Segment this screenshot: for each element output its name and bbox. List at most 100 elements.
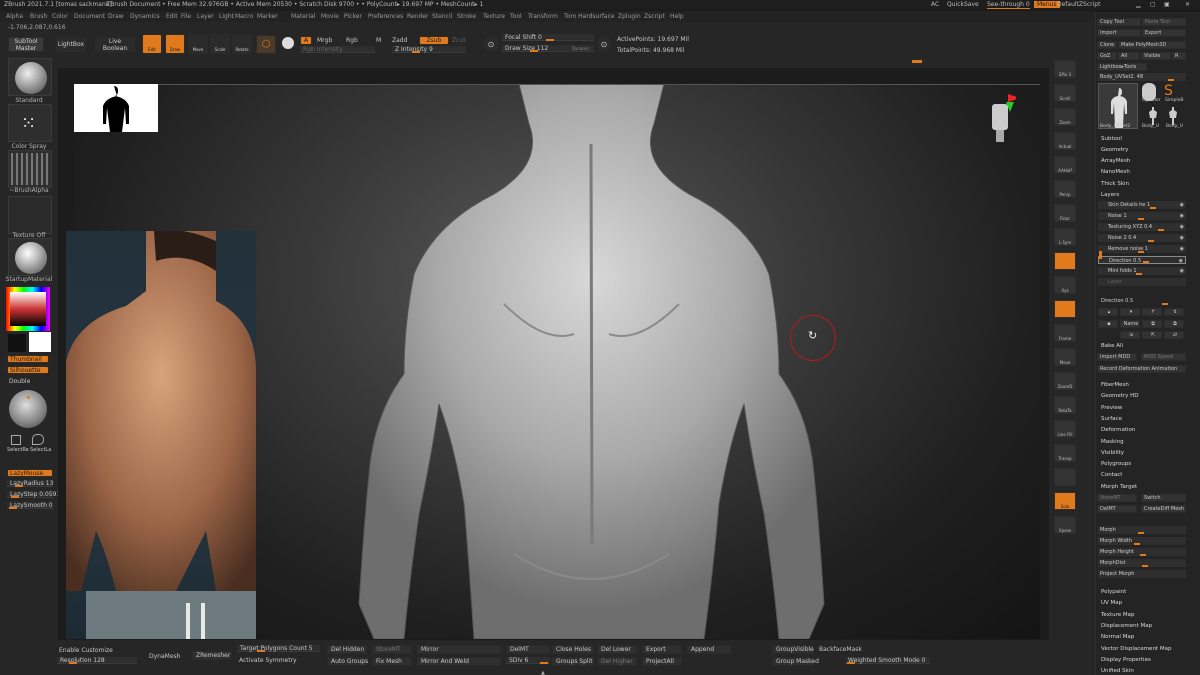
- eye-icon[interactable]: ◉: [1180, 245, 1184, 253]
- lazyradius-slider[interactable]: LazyRadius 13: [7, 480, 53, 487]
- shelf-button-actual[interactable]: Actual: [1054, 132, 1076, 150]
- section-normal-map[interactable]: Normal Map: [1101, 634, 1134, 640]
- group-visible-button[interactable]: GroupVisible: [772, 645, 814, 654]
- section-geometry-hd[interactable]: Geometry HD: [1101, 393, 1139, 399]
- dynamesh-button[interactable]: DynaMesh: [149, 653, 180, 660]
- lightbox-tools-button[interactable]: Lightbox▸Tools: [1097, 63, 1147, 71]
- eye-icon[interactable]: ◉: [1179, 257, 1183, 265]
- geometry-section[interactable]: Geometry: [1101, 147, 1128, 153]
- delmt-button[interactable]: DelMT: [1097, 505, 1137, 513]
- ac-label[interactable]: AC: [931, 1, 939, 8]
- bake-all-button[interactable]: Bake All: [1101, 343, 1123, 349]
- shelf-button-rotate[interactable]: RotaTe: [1054, 396, 1076, 414]
- menu-picker[interactable]: Picker: [344, 13, 362, 20]
- brush-thumbnail[interactable]: [8, 58, 52, 96]
- morph-slider[interactable]: Project Morph: [1098, 570, 1186, 578]
- group-masked-button[interactable]: Group Masked: [772, 657, 819, 666]
- silhouette-toggle[interactable]: Silhouette: [7, 366, 49, 374]
- shelf-button-aahalf[interactable]: AAHalf: [1054, 156, 1076, 174]
- shelf-button-scroll[interactable]: Scroll: [1054, 84, 1076, 102]
- record-deformation-button[interactable]: Record Deformation Animation: [1097, 365, 1186, 373]
- menu-help[interactable]: Help: [670, 13, 684, 20]
- shelf-button-move[interactable]: Move: [1054, 348, 1076, 366]
- weighted-smooth-slider[interactable]: Weighted Smooth Mode 0: [845, 657, 930, 664]
- dynamic-toggle[interactable]: Dynamic: [572, 46, 590, 51]
- section-contact[interactable]: Contact: [1101, 472, 1122, 478]
- menu-light[interactable]: Light: [219, 13, 234, 20]
- r-button[interactable]: R: [1172, 52, 1186, 60]
- menu-texture[interactable]: Texture: [483, 13, 505, 20]
- auto-groups-button[interactable]: Auto Groups: [327, 657, 368, 666]
- layer-in-icon[interactable]: ⇲: [1120, 331, 1140, 339]
- menu-dynamics[interactable]: Dynamics: [130, 13, 160, 20]
- section-fibermesh[interactable]: FiberMesh: [1101, 382, 1129, 388]
- menu-tool[interactable]: Tool: [510, 13, 522, 20]
- layer-name-button[interactable]: Name: [1120, 320, 1140, 328]
- section-morph-target[interactable]: Morph Target: [1101, 484, 1137, 490]
- select-rect-label[interactable]: SelectRe: [7, 447, 29, 453]
- lazystep-slider[interactable]: LazyStep 0.0591: [7, 491, 60, 498]
- close-icon[interactable]: ✕: [1185, 1, 1190, 8]
- paste-tool-button[interactable]: Paste Tool: [1142, 18, 1186, 26]
- brush-shield-icon[interactable]: ⬡: [256, 35, 276, 54]
- section-vector-displacement-map[interactable]: Vector Displacement Map: [1101, 646, 1171, 652]
- menu-draw[interactable]: Draw: [108, 13, 124, 20]
- zadd-toggle[interactable]: Zadd: [392, 37, 407, 44]
- eye-icon[interactable]: ◉: [1180, 234, 1184, 242]
- layer-row[interactable]: Direction 0.5 ◉: [1098, 256, 1186, 264]
- groups-split-button[interactable]: Groups Split: [552, 657, 594, 666]
- edit-mode-button[interactable]: Edit: [142, 34, 162, 54]
- menu-render[interactable]: Render: [407, 13, 428, 20]
- enable-customize-toggle[interactable]: Enable Customize: [59, 647, 113, 654]
- tool-selector-slider[interactable]: Body_UVSet2. 48: [1098, 73, 1186, 81]
- storemt-button[interactable]: StoreMT: [1097, 494, 1137, 502]
- import-button[interactable]: Import: [1097, 29, 1141, 37]
- z-intensity-slider[interactable]: Z Intensity 9: [392, 46, 466, 53]
- backface-mask-toggle[interactable]: BackfaceMask: [819, 646, 862, 653]
- storemt-bottom-button[interactable]: StoreMT: [372, 645, 412, 654]
- layer-down-icon[interactable]: ▾: [1120, 308, 1140, 316]
- layer-rec-icon[interactable]: ⇄: [1164, 331, 1184, 339]
- main-color-swatch[interactable]: [8, 334, 26, 352]
- clone-button[interactable]: Clone: [1097, 41, 1117, 49]
- section-preview[interactable]: Preview: [1101, 405, 1122, 411]
- menu-transform[interactable]: Transform: [528, 13, 558, 20]
- menu-marker[interactable]: Marker: [257, 13, 278, 20]
- layer-row[interactable]: Mini folds 1 ◉: [1098, 267, 1186, 275]
- focal-shift-slider[interactable]: Focal Shift 0: [502, 34, 594, 41]
- section-unified-skin[interactable]: Unified Skin: [1101, 668, 1134, 674]
- quicksave-button[interactable]: QuickSave: [947, 1, 979, 8]
- section-masking[interactable]: Masking: [1101, 439, 1124, 445]
- current-tool-thumbnail[interactable]: [1098, 83, 1138, 129]
- navigation-gizmo[interactable]: [986, 94, 1020, 144]
- rotate-mode-button[interactable]: Rotate: [232, 34, 252, 54]
- d-icon[interactable]: ⊙: [597, 36, 611, 52]
- shelf-button-line-fill[interactable]: Line Fill: [1054, 420, 1076, 438]
- morph-slider[interactable]: Morph Height: [1098, 548, 1186, 556]
- layer-row[interactable]: Texturing XYZ 0.4 ◉: [1098, 223, 1186, 231]
- layer-split-icon[interactable]: ⧉: [1164, 320, 1184, 328]
- del-hidden-button[interactable]: Del Hidden: [327, 645, 367, 654]
- shelf-button-floor[interactable]: Floor: [1054, 204, 1076, 222]
- secondary-color-swatch[interactable]: [29, 332, 51, 352]
- menu-tom-hardsurface[interactable]: Tom Hardsurface: [564, 13, 615, 20]
- menu-brush[interactable]: Brush: [30, 13, 47, 20]
- layer-delete-icon[interactable]: ▪: [1098, 320, 1118, 328]
- shelf-button-xpose[interactable]: Xpose: [1054, 516, 1076, 534]
- select-lasso-icon[interactable]: [32, 434, 44, 445]
- delmt-bottom-button[interactable]: DelMT: [506, 645, 550, 654]
- material-thumbnail[interactable]: [8, 238, 52, 276]
- shelf-button-transp[interactable]: Transp: [1054, 444, 1076, 462]
- layer-merge-icon[interactable]: ↯: [1164, 308, 1184, 316]
- morph-slider[interactable]: Morph: [1098, 526, 1186, 534]
- alpha-thumbnail[interactable]: [8, 150, 52, 188]
- fix-mesh-button[interactable]: Fix Mesh: [372, 657, 412, 666]
- menu-macro[interactable]: Macro: [235, 13, 253, 20]
- morph-slider[interactable]: Morph Width: [1098, 537, 1186, 545]
- menu-preferences[interactable]: Preferences: [368, 13, 403, 20]
- resolution-slider[interactable]: Resolution 128: [57, 657, 137, 664]
- sdiv-slider[interactable]: SDiv 6: [506, 657, 550, 664]
- color-picker[interactable]: [6, 287, 50, 331]
- menu-file[interactable]: File: [181, 13, 191, 20]
- nanomesh-section[interactable]: NanoMesh: [1101, 169, 1130, 175]
